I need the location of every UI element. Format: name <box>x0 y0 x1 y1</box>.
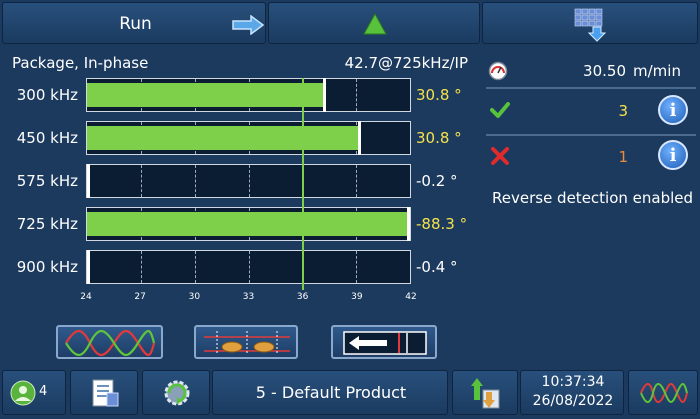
bar-needle <box>87 250 90 284</box>
speed-value: 30.50 <box>583 62 626 80</box>
grid-download-icon <box>574 8 607 42</box>
frequency-label: 725 kHz <box>16 215 78 233</box>
bar-fill <box>87 126 359 150</box>
bar-needle <box>322 78 326 112</box>
frequency-label: 575 kHz <box>16 172 78 190</box>
bar-track <box>86 164 411 198</box>
bar-fill <box>87 83 323 107</box>
threshold-line <box>301 78 304 290</box>
grid-line <box>356 165 358 197</box>
user-group-icon <box>10 380 36 406</box>
signal-button[interactable] <box>628 370 698 415</box>
reverse-detection-text: Reverse detection enabled <box>492 189 694 207</box>
bar-needle <box>87 164 90 198</box>
user-count: 4 <box>39 384 48 399</box>
bar-value: -0.2 ° <box>416 172 458 190</box>
axis-tick-label: 36 <box>296 292 309 302</box>
package-conveyor-icon <box>204 331 290 355</box>
users-button[interactable]: 4 <box>2 370 66 415</box>
grid-line <box>248 165 250 197</box>
axis-tick-label: 33 <box>242 292 255 302</box>
transfer-icon <box>471 378 500 409</box>
pass-info-icon[interactable]: i <box>658 95 688 125</box>
triangle-up-icon <box>363 13 387 35</box>
frequency-label: 900 kHz <box>16 258 78 276</box>
bar-value: 30.8 ° <box>416 86 462 104</box>
measure-readout: 42.7@725kHz/IP <box>344 54 468 72</box>
start-button[interactable] <box>268 2 480 44</box>
grid-line <box>248 251 250 283</box>
cross-icon <box>491 147 509 165</box>
bar-track <box>86 250 411 284</box>
transfer-button[interactable] <box>452 370 518 415</box>
bar-value: -0.4 ° <box>416 258 458 276</box>
bar-track <box>86 78 411 112</box>
run-label: Run <box>119 14 152 34</box>
bar-fill <box>87 212 410 236</box>
clock-date: 26/08/2022 <box>532 393 614 409</box>
frequency-label: 300 kHz <box>16 86 78 104</box>
grid-line <box>356 79 358 111</box>
bar-needle <box>407 207 410 241</box>
axis-tick-label: 24 <box>80 292 92 302</box>
panel-title: Package, In-phase <box>12 54 149 72</box>
download-grid-button[interactable] <box>482 2 698 44</box>
pass-count: 3 <box>618 102 628 120</box>
grid-line <box>194 251 196 283</box>
axis-tick-label: 39 <box>351 292 363 302</box>
speed-gauge-icon <box>488 61 508 81</box>
speed-unit: m/min <box>633 62 681 80</box>
run-button[interactable]: Run <box>2 2 266 44</box>
package-sample-button[interactable] <box>194 325 298 359</box>
divider <box>486 134 696 136</box>
axis-tick-label: 27 <box>134 292 146 302</box>
divider <box>486 87 696 89</box>
reject-gate-icon <box>343 331 427 355</box>
gear-refresh-icon <box>164 380 190 406</box>
reject-info-icon[interactable]: i <box>658 140 688 170</box>
bar-track <box>86 207 411 241</box>
axis-tick-label: 30 <box>188 292 201 302</box>
bar-track <box>86 121 411 155</box>
product-selector[interactable]: 5 - Default Product <box>212 370 448 415</box>
axis-tick-label: 42 <box>405 292 417 302</box>
reject-count: 1 <box>618 148 628 166</box>
frequency-label: 450 kHz <box>16 129 78 147</box>
clock-panel: 10:37:34 26/08/2022 <box>520 370 624 415</box>
clock-time: 10:37:34 <box>541 374 605 390</box>
product-name: 5 - Default Product <box>255 383 407 402</box>
arrow-right-icon <box>232 15 265 35</box>
bar-value: 30.8 ° <box>416 129 462 147</box>
grid-line <box>194 165 196 197</box>
grid-line <box>140 251 142 283</box>
reject-gate-button[interactable] <box>331 325 437 359</box>
settings-button[interactable] <box>142 370 210 415</box>
sine-wave-icon <box>65 330 156 356</box>
grid-line <box>356 251 358 283</box>
bar-needle <box>358 121 362 155</box>
grid-line <box>140 165 142 197</box>
sine-wave-icon <box>640 383 688 403</box>
check-icon <box>490 102 510 118</box>
signal-view-button[interactable] <box>56 325 163 359</box>
bar-value: -88.3 ° <box>416 215 468 233</box>
reports-button[interactable] <box>70 370 138 415</box>
report-icon <box>92 379 119 407</box>
